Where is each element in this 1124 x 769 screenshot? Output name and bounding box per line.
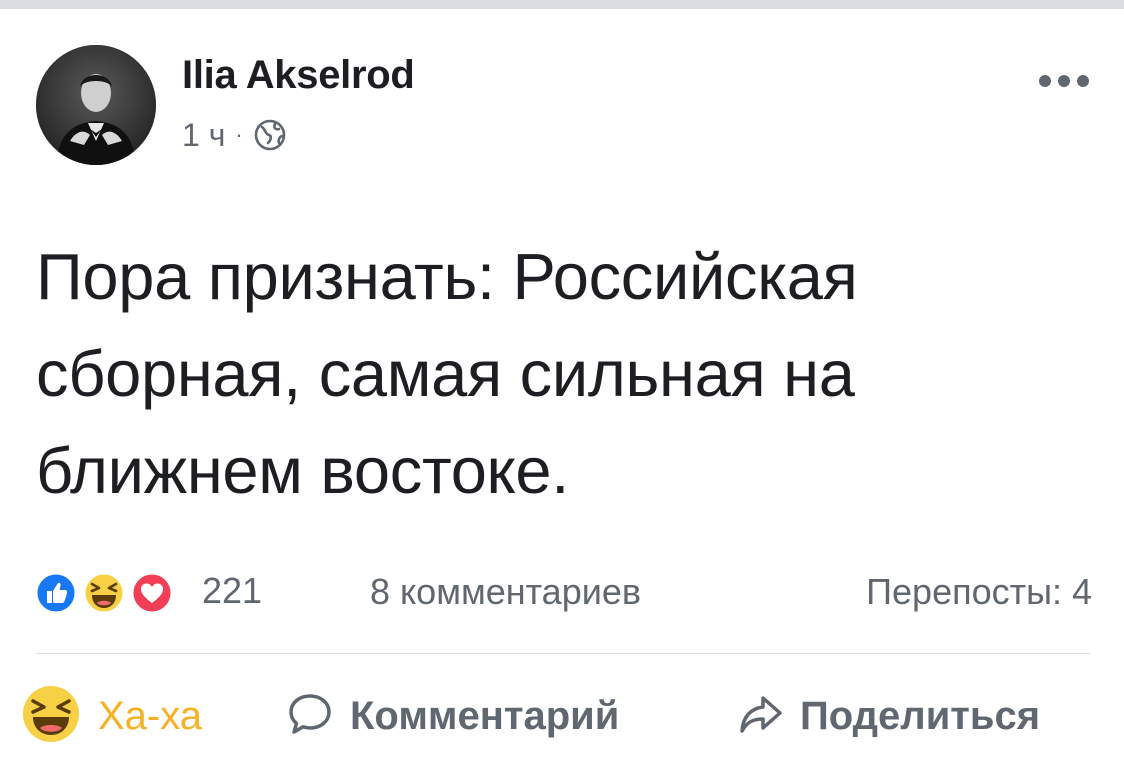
globe-icon <box>253 118 287 152</box>
post-stats: 221 8 комментариев Перепосты: 4 <box>34 565 1092 617</box>
divider <box>36 653 1090 654</box>
haha-label: Ха-ха <box>98 693 203 738</box>
meta-separator: · <box>235 122 243 147</box>
avatar[interactable] <box>36 45 156 165</box>
like-reaction-icon <box>34 571 78 615</box>
reactions-count: 221 <box>202 570 263 611</box>
shares-count-link[interactable]: Перепосты: 4 <box>866 571 1092 613</box>
share-icon <box>736 690 784 743</box>
more-options-button[interactable] <box>1036 71 1092 91</box>
love-reaction-icon <box>130 571 174 615</box>
share-label: Поделиться <box>800 693 1041 738</box>
haha-icon <box>20 683 82 750</box>
comment-button[interactable]: Комментарий <box>286 680 619 752</box>
comment-icon <box>286 690 334 743</box>
haha-reaction-icon <box>82 571 126 615</box>
post-text-line: сборная, самая сильная на <box>36 337 855 410</box>
post-text-line: ближнем востоке. <box>36 434 570 507</box>
post-text: Пора признать: Российская сборная, самая… <box>36 228 1096 519</box>
top-separator-bar <box>0 0 1124 9</box>
avatar-photo <box>36 45 156 165</box>
share-button[interactable]: Поделиться <box>736 680 1040 752</box>
post-text-line: Пора признать: Российская <box>36 240 858 313</box>
more-horizontal-icon <box>1039 75 1089 87</box>
haha-reaction-button[interactable]: Ха-ха <box>20 680 202 752</box>
post-timestamp[interactable]: 1 ч <box>182 117 225 154</box>
comment-label: Комментарий <box>350 693 620 738</box>
post-header: Ilia Akselrod 1 ч · <box>36 45 1096 167</box>
post-actions: Ха-ха Комментарий Поделиться <box>20 680 1110 752</box>
reaction-icons <box>34 565 182 617</box>
comments-count-link[interactable]: 8 комментариев <box>370 571 641 613</box>
author-name[interactable]: Ilia Akselrod <box>182 53 415 98</box>
reactions-summary[interactable]: 221 <box>34 565 262 617</box>
post-meta: 1 ч · <box>182 115 287 155</box>
